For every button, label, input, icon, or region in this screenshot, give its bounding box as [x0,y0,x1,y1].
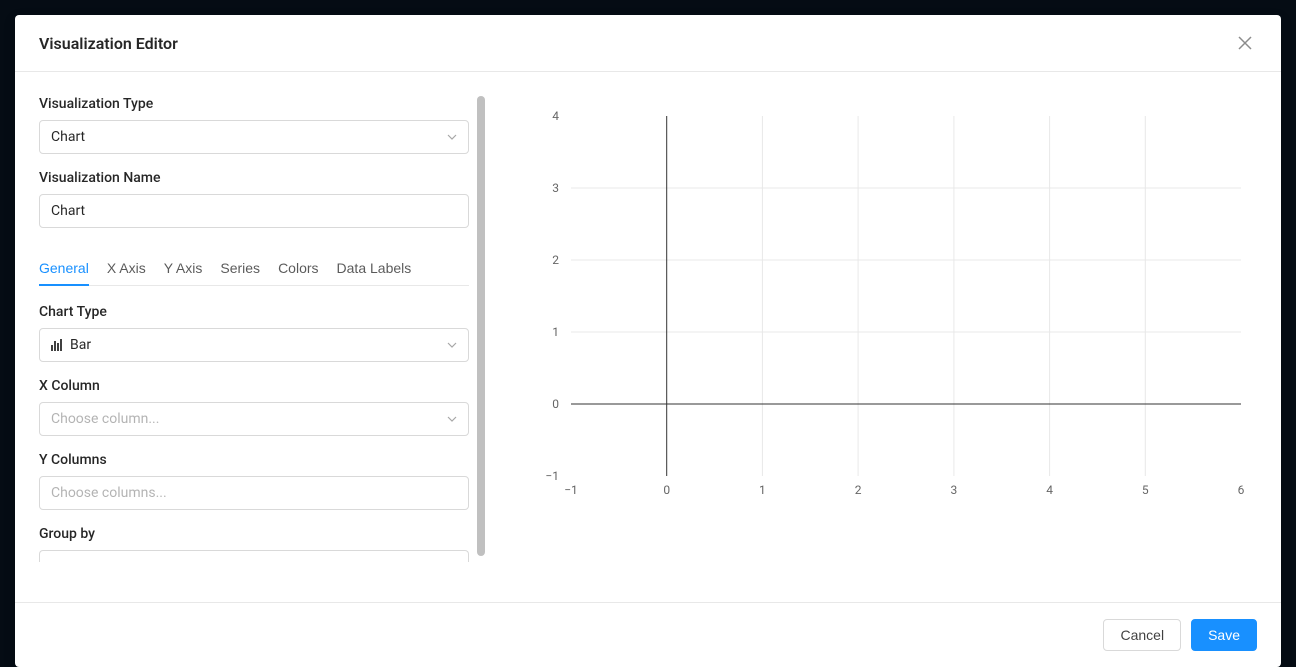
settings-scrollbar[interactable] [477,96,485,556]
x-tick-label: −1 [564,483,578,497]
y-tick-label: 2 [552,253,559,267]
tab-series[interactable]: Series [220,252,260,286]
save-button[interactable]: Save [1191,619,1257,651]
y-tick-label: 0 [552,397,559,411]
viz-type-label: Visualization Type [39,96,469,112]
preview-panel: −1 0 1 2 3 4 −1 0 1 2 3 4 5 6 [485,72,1281,602]
x-tick-label: 6 [1238,483,1245,497]
x-tick-label: 2 [855,483,862,497]
viz-type-group: Visualization Type Chart [39,96,469,154]
x-tick-label: 0 [663,483,670,497]
y-columns-group: Y Columns Choose columns... [39,452,469,510]
group-by-select[interactable] [39,550,469,562]
close-button[interactable] [1233,31,1257,55]
y-columns-select[interactable]: Choose columns... [39,476,469,510]
bar-chart-icon [51,339,62,351]
y-columns-placeholder: Choose columns... [51,485,167,501]
y-tick-label: 4 [552,109,559,123]
chart-type-label: Chart Type [39,304,469,320]
group-by-group: Group by [39,526,469,562]
chart-svg: −1 0 1 2 3 4 −1 0 1 2 3 4 5 6 [525,96,1257,516]
tab-y-axis[interactable]: Y Axis [164,252,203,286]
x-column-placeholder: Choose column... [51,411,159,427]
settings-tabs: General X Axis Y Axis Series Colors Data… [39,252,469,286]
tab-colors[interactable]: Colors [278,252,318,286]
modal-body: Visualization Type Chart Visualization N… [15,72,1281,602]
chart-preview: −1 0 1 2 3 4 −1 0 1 2 3 4 5 6 [525,96,1257,516]
chart-type-select[interactable]: Bar [39,328,469,362]
x-column-group: X Column Choose column... [39,378,469,436]
y-tick-label: 3 [552,181,559,195]
x-tick-label: 4 [1046,483,1053,497]
x-column-label: X Column [39,378,469,394]
tab-data-labels[interactable]: Data Labels [337,252,412,286]
y-tick-label: −1 [545,469,559,483]
x-tick-label: 3 [951,483,958,497]
chevron-down-icon [447,414,457,425]
chart-type-value: Bar [70,337,91,353]
chart-type-group: Chart Type Bar [39,304,469,362]
x-tick-label: 5 [1142,483,1149,497]
visualization-editor-modal: Visualization Editor Visualization Type … [15,15,1281,667]
chevron-down-icon [447,132,457,143]
y-columns-label: Y Columns [39,452,469,468]
modal-title: Visualization Editor [39,34,178,53]
viz-name-label: Visualization Name [39,170,469,186]
settings-scroll: Visualization Type Chart Visualization N… [39,96,485,578]
x-tick-label: 1 [759,483,766,497]
viz-type-value: Chart [51,129,85,145]
close-icon [1238,36,1252,50]
viz-name-group: Visualization Name Chart [39,170,469,228]
modal-footer: Cancel Save [15,602,1281,667]
x-column-select[interactable]: Choose column... [39,402,469,436]
viz-name-value: Chart [51,203,85,219]
group-by-label: Group by [39,526,469,542]
y-tick-label: 1 [552,325,559,339]
settings-panel: Visualization Type Chart Visualization N… [15,72,485,602]
cancel-button[interactable]: Cancel [1103,619,1181,651]
chevron-down-icon [447,340,457,351]
tab-x-axis[interactable]: X Axis [107,252,146,286]
viz-name-input[interactable]: Chart [39,194,469,228]
modal-header: Visualization Editor [15,15,1281,72]
tab-general[interactable]: General [39,252,89,286]
viz-type-select[interactable]: Chart [39,120,469,154]
